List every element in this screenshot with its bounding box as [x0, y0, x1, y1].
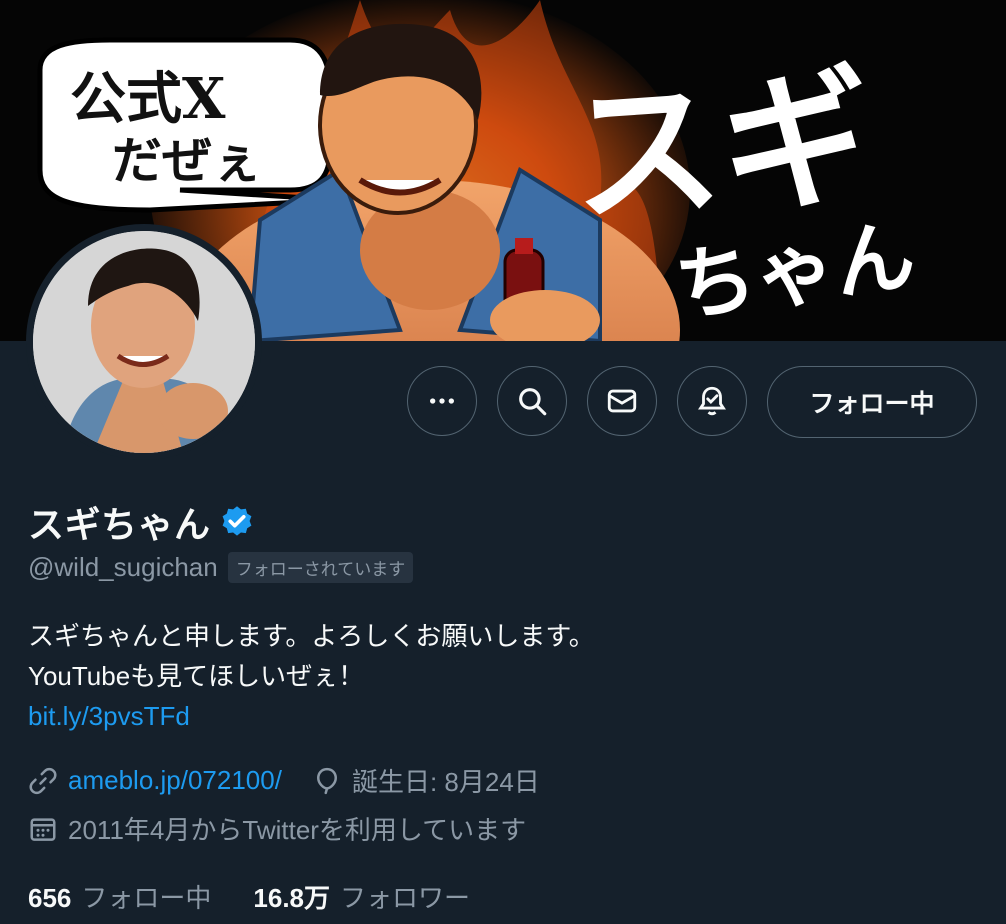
handle-row: @wild_sugichan フォローされています [28, 552, 414, 583]
more-horizontal-icon [430, 398, 454, 404]
following-count: 656 [28, 883, 72, 913]
website-link[interactable]: ameblo.jp/072100/ [68, 765, 282, 796]
followers-count: 16.8万 [253, 883, 331, 913]
search-button[interactable] [497, 366, 567, 436]
followers-label: フォロワー [340, 883, 471, 913]
profile-bio: スギちゃんと申します。よろしくお願いします。 YouTubeも見てほしいぜぇ！ … [28, 616, 595, 736]
joined-date-text: 2011年4月からTwitterを利用しています [68, 815, 527, 845]
bubble-text-line2: だぜぇ [112, 131, 262, 190]
user-handle: @wild_sugichan [28, 552, 218, 582]
profile-meta-row-1: ameblo.jp/072100/ 誕生日: 8月24日 [28, 762, 540, 799]
more-button[interactable] [407, 366, 477, 436]
following-stat[interactable]: 656 フォロー中 [28, 878, 211, 915]
bell-check-icon [698, 386, 726, 416]
bio-line-2: YouTubeも見てほしいぜぇ！ [28, 661, 365, 691]
link-icon [29, 767, 57, 794]
bio-line-1: スギちゃんと申します。よろしくお願いします。 [28, 621, 595, 651]
envelope-icon [607, 389, 637, 413]
profile-stats: 656 フォロー中 16.8万 フォロワー [28, 878, 470, 915]
following-label: フォロー中 [81, 883, 212, 913]
birthday-text: 誕生日: 8月24日 [351, 767, 540, 797]
profile-meta-row-2: 2011年4月からTwitterを利用しています [28, 810, 526, 847]
follows-you-badge: フォローされています [227, 552, 414, 583]
profile-name-row: スギちゃん [28, 496, 255, 548]
search-icon [519, 388, 547, 416]
display-name: スギちゃん [28, 504, 211, 545]
message-button[interactable] [587, 366, 657, 436]
calendar-icon [30, 817, 56, 841]
followers-stat[interactable]: 16.8万 フォロワー [253, 878, 470, 915]
notification-button[interactable] [677, 366, 747, 436]
bubble-text-line1: 公式X [70, 66, 226, 132]
balloon-icon [316, 767, 337, 794]
avatar-photo [33, 231, 255, 453]
following-button[interactable]: フォロー中 [767, 366, 977, 438]
profile-avatar[interactable] [26, 224, 262, 460]
banner-title-main: スギ [565, 49, 877, 245]
verified-badge-icon[interactable] [219, 504, 255, 540]
bio-link[interactable]: bit.ly/3pvsTFd [28, 701, 190, 731]
